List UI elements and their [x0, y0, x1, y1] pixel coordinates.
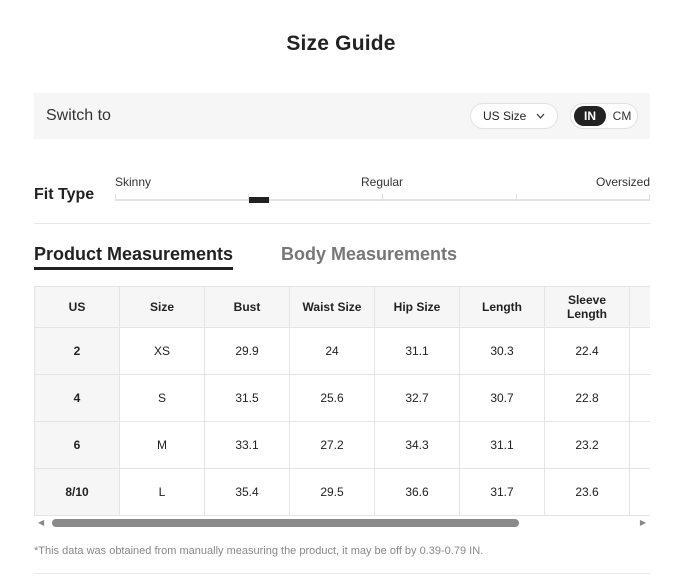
table-cell: 4: [34, 374, 120, 422]
table-cell: 23.2: [544, 421, 630, 469]
table-cell: 29.9: [204, 327, 290, 375]
table-cell: 36.6: [374, 468, 460, 516]
table-cell: 22.4: [544, 327, 630, 375]
section-divider: [34, 223, 650, 224]
page-title: Size Guide: [286, 32, 396, 55]
unit-in-button[interactable]: IN: [574, 106, 606, 126]
table-cell: 34.3: [374, 421, 460, 469]
column-header: [629, 286, 650, 328]
table-cell: 27.2: [289, 421, 375, 469]
table-cell: 35.4: [204, 468, 290, 516]
fit-oversized-label: Oversized: [596, 175, 651, 189]
table-cell: 31.1: [374, 327, 460, 375]
measurement-disclaimer: *This data was obtained from manually me…: [34, 545, 484, 557]
unit-switch-bar: Switch to US Size IN CM: [34, 93, 650, 139]
scroll-right-arrow-icon[interactable]: ▶: [640, 518, 646, 528]
table-cell: 2: [34, 327, 120, 375]
table-cell: M: [119, 421, 205, 469]
chevron-down-icon: [536, 104, 545, 138]
table-cell: 30.3: [459, 327, 545, 375]
size-system-select[interactable]: US Size: [470, 103, 558, 129]
scroll-left-arrow-icon[interactable]: ◀: [38, 518, 44, 528]
fit-skinny-label: Skinny: [115, 175, 152, 189]
table-row: 6 M 33.1 27.2 34.3 31.1 23.2: [34, 421, 650, 469]
column-header: US: [34, 286, 120, 328]
table-cell: 22.8: [544, 374, 630, 422]
scrollbar-thumb[interactable]: [52, 519, 519, 527]
table-cell: 24: [289, 327, 375, 375]
table-cell: 25.6: [289, 374, 375, 422]
active-tab-underline: [34, 267, 233, 270]
table-cell: L: [119, 468, 205, 516]
table-row: 8/10 L 35.4 29.5 36.6 31.7 23.6: [34, 468, 650, 516]
bottom-divider: [34, 573, 650, 574]
unit-toggle: IN CM: [570, 103, 638, 129]
switch-to-label: Switch to: [46, 107, 111, 124]
fit-tick: [516, 194, 517, 201]
fit-tick: [382, 194, 383, 201]
tab-body-measurements[interactable]: Body Measurements: [281, 244, 457, 265]
table-cell: 33.1: [204, 421, 290, 469]
table-cell: 23.6: [544, 468, 630, 516]
fit-type-indicator: [249, 197, 269, 203]
column-header: Bust: [204, 286, 290, 328]
fit-tick: [649, 194, 650, 201]
table-header-row: US Size Bust Waist Size Hip Size Length …: [34, 286, 650, 328]
table-cell: [629, 374, 650, 422]
unit-cm-button[interactable]: CM: [608, 106, 636, 126]
fit-regular-label: Regular: [361, 175, 404, 189]
table-cell: 32.7: [374, 374, 460, 422]
column-header: Length: [459, 286, 545, 328]
table-cell: XS: [119, 327, 205, 375]
table-cell: 30.7: [459, 374, 545, 422]
table-cell: 6: [34, 421, 120, 469]
column-header: Size: [119, 286, 205, 328]
table-cell: 31.7: [459, 468, 545, 516]
column-header: Hip Size: [374, 286, 460, 328]
column-header: Waist Size: [289, 286, 375, 328]
table-cell: 8/10: [34, 468, 120, 516]
table-cell: 31.1: [459, 421, 545, 469]
table-cell: 31.5: [204, 374, 290, 422]
measurements-table-container[interactable]: US Size Bust Waist Size Hip Size Length …: [34, 286, 650, 516]
horizontal-scrollbar[interactable]: ◀ ▶: [34, 518, 650, 528]
table-row: 4 S 31.5 25.6 32.7 30.7 22.8: [34, 374, 650, 422]
size-system-value: US Size: [483, 109, 527, 123]
table-cell: S: [119, 374, 205, 422]
measurements-table: US Size Bust Waist Size Hip Size Length …: [34, 286, 650, 516]
fit-type-label: Fit Type: [34, 186, 95, 203]
column-header: Sleeve Length: [544, 286, 630, 328]
table-row: 2 XS 29.9 24 31.1 30.3 22.4: [34, 327, 650, 375]
fit-tick: [115, 194, 116, 201]
table-cell: [629, 421, 650, 469]
table-cell: 29.5: [289, 468, 375, 516]
table-cell: [629, 327, 650, 375]
table-cell: [629, 468, 650, 516]
tab-product-measurements[interactable]: Product Measurements: [34, 244, 233, 265]
